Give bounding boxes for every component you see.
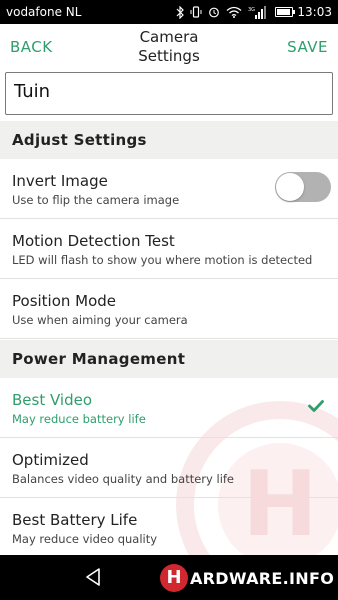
row-title: Motion Detection Test: [12, 232, 175, 250]
status-bar: vodafone NL 3G 13:03: [0, 0, 338, 24]
network-label: 3G: [248, 7, 255, 13]
row-subtitle: May reduce battery life: [12, 412, 146, 426]
hardware-info-logo-letter: H: [160, 564, 188, 592]
row-title: Optimized: [12, 451, 89, 469]
settings-row-invert-image[interactable]: Invert Image Use to flip the camera imag…: [0, 159, 338, 219]
app-screen: vodafone NL 3G 13:03 BACK Camera Setting…: [0, 0, 338, 600]
battery-level: [277, 9, 290, 15]
clock: 13:03: [297, 5, 332, 19]
nav-back-icon[interactable]: [84, 567, 102, 587]
battery-icon: [275, 7, 295, 17]
camera-name-input[interactable]: Tuin: [5, 72, 333, 115]
check-icon: [308, 400, 324, 412]
save-button[interactable]: SAVE: [287, 38, 328, 56]
back-button[interactable]: BACK: [10, 38, 53, 56]
navigation-bar: H ARDWARE.INFO: [0, 555, 338, 600]
hardware-info-logo-text: ARDWARE.INFO: [190, 568, 335, 588]
row-title: Best Battery Life: [12, 511, 138, 529]
toggle-knob: [276, 173, 304, 201]
section-header-adjust-settings: Adjust Settings: [0, 121, 338, 159]
wifi-icon: [226, 6, 242, 18]
app-header: BACK Camera Settings SAVE: [0, 24, 338, 70]
settings-row-motion-detection-test[interactable]: Motion Detection Test LED will flash to …: [0, 219, 338, 279]
power-option-best-video[interactable]: Best Video May reduce battery life: [0, 378, 338, 438]
page-title: Camera Settings: [138, 28, 200, 65]
row-subtitle: Balances video quality and battery life: [12, 472, 235, 486]
row-title: Position Mode: [12, 292, 117, 310]
vibrate-icon: [190, 6, 202, 18]
row-subtitle: Use when aiming your camera: [12, 313, 188, 327]
row-subtitle: LED will flash to show you where motion …: [12, 253, 313, 267]
settings-row-position-mode[interactable]: Position Mode Use when aiming your camer…: [0, 279, 338, 339]
carrier-label: vodafone NL: [6, 5, 82, 19]
signal-3g-icon: 3G: [248, 5, 266, 19]
invert-image-toggle[interactable]: [275, 172, 331, 202]
power-option-optimized[interactable]: Optimized Balances video quality and bat…: [0, 438, 338, 498]
power-option-best-battery-life[interactable]: Best Battery Life May reduce video quali…: [0, 498, 338, 555]
row-title: Best Video: [12, 391, 93, 409]
hardware-info-logo: H ARDWARE.INFO: [160, 563, 334, 593]
alarm-icon: [208, 6, 220, 18]
status-icons: 3G: [176, 5, 266, 19]
row-subtitle: May reduce video quality: [12, 532, 158, 546]
section-header-power-management: Power Management: [0, 340, 338, 378]
bluetooth-icon: [176, 5, 184, 19]
